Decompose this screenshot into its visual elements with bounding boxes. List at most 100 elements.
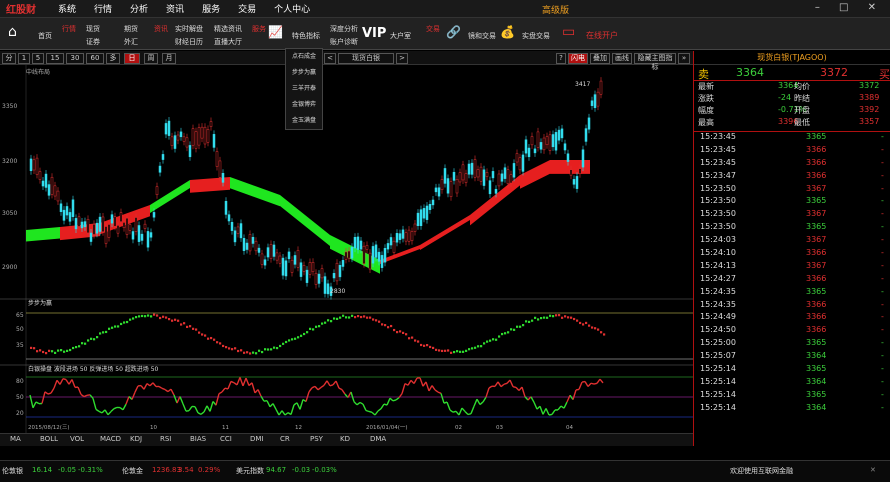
menu-personal[interactable]: 个人中心 xyxy=(274,2,310,15)
indicator-tab[interactable]: MA xyxy=(10,435,21,443)
candle-body xyxy=(383,248,387,263)
stat-cell: 3392 xyxy=(859,105,880,114)
stat-cell: 昨结 xyxy=(794,94,810,103)
ind2-segment xyxy=(593,382,598,385)
indicator-tab[interactable]: DMA xyxy=(370,435,386,443)
dropdown-item-2[interactable]: 步步为赢 xyxy=(286,65,322,81)
ind1-dot xyxy=(498,335,501,338)
candle-body xyxy=(227,214,231,222)
stat-row: 幅度 -0.71% 开盘 3392 xyxy=(694,105,890,117)
dropdown-item-1[interactable]: 点石成金 xyxy=(286,49,322,65)
indicator-tab[interactable]: DMI xyxy=(250,435,264,443)
btn-big-room[interactable]: 大户室 xyxy=(390,31,411,41)
btn-open-account[interactable]: 在线开户 xyxy=(586,30,618,41)
flash-button[interactable]: 闪电 xyxy=(568,53,588,64)
ind1-dot xyxy=(462,350,465,353)
candle-body xyxy=(365,245,369,250)
link-icon[interactable]: 🔗 xyxy=(446,25,461,39)
trade-row: 15:23:45 3365 - xyxy=(694,132,890,145)
status-close-icon[interactable]: ✕ xyxy=(870,466,876,474)
dropdown-item-3[interactable]: 三羊开泰 xyxy=(286,81,322,97)
btn-live-analysis[interactable]: 实时解盘 xyxy=(175,24,203,34)
indicator-tab[interactable]: KD xyxy=(340,435,350,443)
stat-cell: 3357 xyxy=(859,117,880,126)
expand-button[interactable]: » xyxy=(678,53,690,64)
period-tab[interactable]: 分 xyxy=(2,53,16,64)
indicator-tab[interactable]: VOL xyxy=(70,435,84,443)
candle-body xyxy=(326,283,330,295)
period-tab[interactable]: 30 xyxy=(66,53,84,64)
indicator-tab[interactable]: PSY xyxy=(310,435,323,443)
period-tab[interactable]: 1 xyxy=(18,53,30,64)
indicator-tab[interactable]: CCI xyxy=(220,435,232,443)
ind1-dot xyxy=(600,331,603,334)
period-tab[interactable]: 多 xyxy=(106,53,120,64)
btn-live-hall[interactable]: 直播大厅 xyxy=(214,37,242,47)
trade-cell: 3365 xyxy=(806,364,827,374)
ind2-segment xyxy=(476,398,481,405)
status-cell: 94.67 xyxy=(266,466,287,474)
btn-mirror-trade[interactable]: 镜和交易 xyxy=(468,31,496,41)
money-bag-icon[interactable]: 💰 xyxy=(500,25,515,39)
indicator-tab[interactable]: BOLL xyxy=(40,435,58,443)
period-tab[interactable]: 月 xyxy=(162,53,176,64)
hide-indicator-button[interactable]: 隐藏主图指标 xyxy=(634,53,676,71)
vip-icon[interactable]: VIP xyxy=(362,26,386,41)
menu-service[interactable]: 服务 xyxy=(202,2,220,15)
next-symbol-button[interactable]: > xyxy=(396,53,408,64)
draw-button[interactable]: 画线 xyxy=(612,53,632,64)
btn-real-trade[interactable]: 实盘交易 xyxy=(522,31,550,41)
ind2-segment xyxy=(362,403,367,411)
home-icon[interactable]: ⌂ xyxy=(8,24,17,40)
btn-account-diagnose[interactable]: 账户诊断 xyxy=(330,37,358,47)
menu-quotes[interactable]: 行情 xyxy=(94,2,112,15)
period-tab[interactable]: 15 xyxy=(46,53,64,64)
ind1-dot xyxy=(285,340,288,344)
indicator-tab[interactable]: CR xyxy=(280,435,290,443)
monitor-icon[interactable]: ▭ xyxy=(562,24,575,40)
candle-body xyxy=(185,137,189,148)
y-label: 3050 xyxy=(2,210,17,217)
ind1-dot xyxy=(351,314,354,317)
indicator-tab[interactable]: RSI xyxy=(160,435,171,443)
btn-calendar[interactable]: 财经日历 xyxy=(175,37,203,47)
overlay-button[interactable]: 叠加 xyxy=(590,53,610,64)
ind1-dot xyxy=(33,347,36,350)
period-tab-active[interactable]: 日 xyxy=(124,53,140,64)
home-button[interactable]: 首页 xyxy=(38,31,52,41)
window-controls[interactable]: – □ ✕ xyxy=(815,2,884,13)
ind2-segment xyxy=(479,401,484,406)
dropdown-item-5[interactable]: 金玉满盘 xyxy=(286,113,322,129)
ind1-dot xyxy=(78,345,81,348)
btn-special-indicator[interactable]: 特色指标 xyxy=(292,31,320,41)
indicator-tab[interactable]: KDJ xyxy=(130,435,142,443)
chart-icon[interactable]: 📈 xyxy=(268,25,283,39)
ind2-segment xyxy=(272,403,277,410)
ind1-dot xyxy=(321,322,324,325)
indicator-tab[interactable]: BIAS xyxy=(190,435,206,443)
symbol-selector[interactable]: 现货白银 xyxy=(338,53,394,64)
btn-securities[interactable]: 证券 xyxy=(86,37,100,47)
chart-area[interactable]: 中线布局 3350 3200 3050 2900 3417 2830 步步为赢 … xyxy=(0,65,693,433)
period-tab[interactable]: 5 xyxy=(32,53,44,64)
btn-selected-news[interactable]: 精选资讯 xyxy=(214,24,242,34)
ind2-segment xyxy=(179,396,184,405)
prev-symbol-button[interactable]: < xyxy=(324,53,336,64)
menu-news[interactable]: 资讯 xyxy=(166,2,184,15)
btn-forex[interactable]: 外汇 xyxy=(124,37,138,47)
indicator-tab[interactable]: MACD xyxy=(100,435,121,443)
dropdown-item-4[interactable]: 金银博弈 xyxy=(286,97,322,113)
period-tab[interactable]: 周 xyxy=(144,53,158,64)
menu-system[interactable]: 系统 xyxy=(58,2,76,15)
candle-body xyxy=(296,250,300,268)
btn-deep-analysis[interactable]: 深度分析 xyxy=(330,24,358,34)
trade-cell: 15:24:49 xyxy=(700,312,736,322)
period-tab[interactable]: 60 xyxy=(86,53,104,64)
trade-row: 15:24:49 3366 - xyxy=(694,312,890,325)
btn-spot[interactable]: 现货 xyxy=(86,24,100,34)
ind1-dot xyxy=(540,316,543,320)
menu-analysis[interactable]: 分析 xyxy=(130,2,148,15)
help-button[interactable]: ? xyxy=(556,53,566,64)
btn-futures[interactable]: 期货 xyxy=(124,24,138,34)
menu-trade[interactable]: 交易 xyxy=(238,2,256,15)
